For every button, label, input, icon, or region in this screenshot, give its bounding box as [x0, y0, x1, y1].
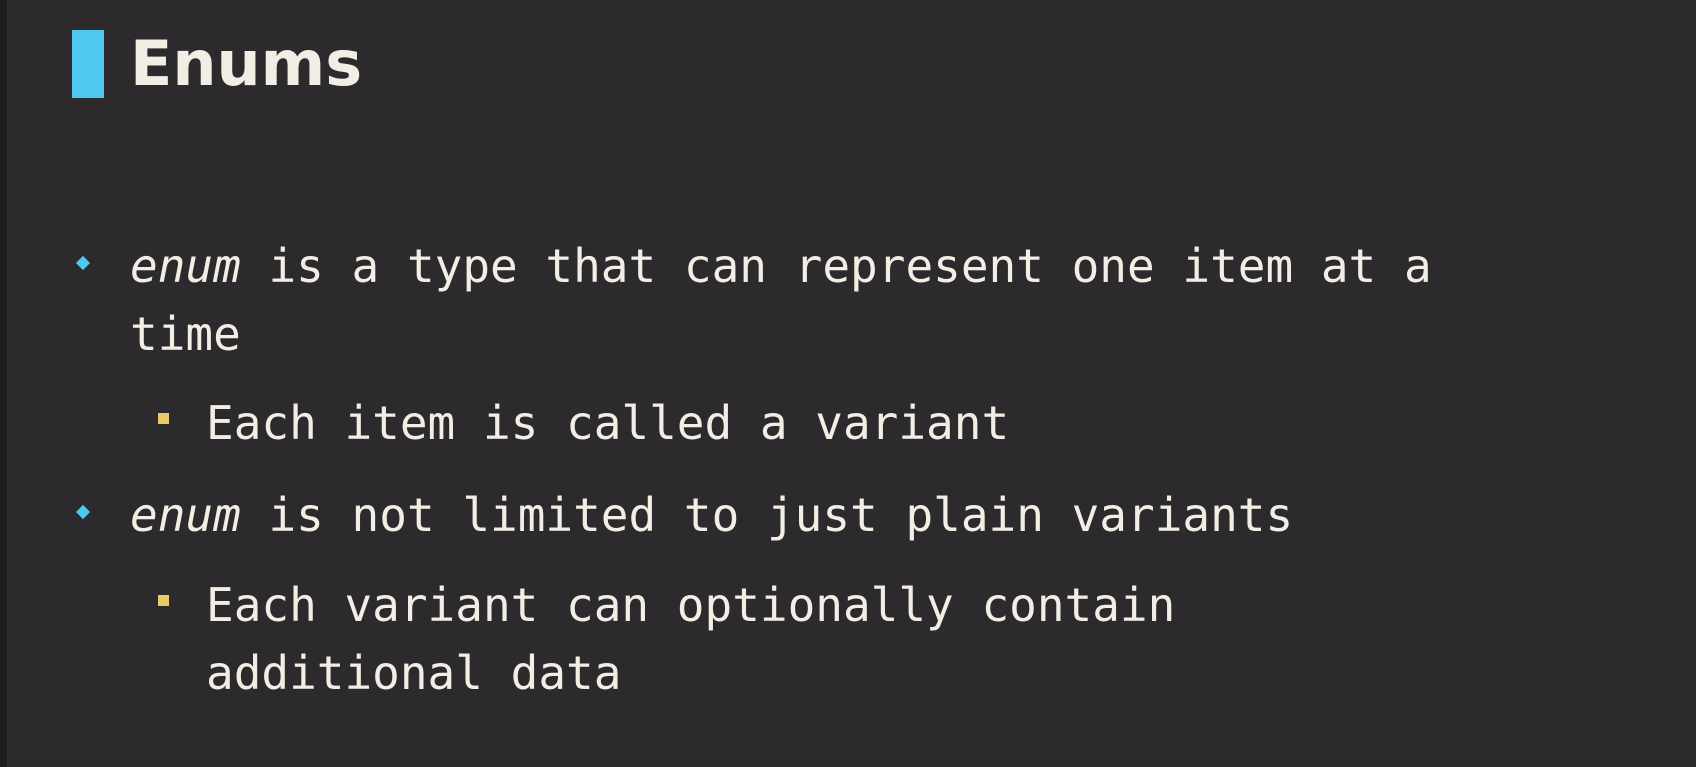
sub-bullet-2-line-1: Each variant can optionally contain — [206, 578, 1176, 632]
bullet-1-text: is a type that can represent one item at… — [240, 239, 1432, 293]
slide: Enums enum is a type that can represent … — [0, 0, 1696, 767]
title-accent-bar — [72, 30, 104, 98]
square-bullet-icon — [158, 413, 169, 424]
bullet-2-text: is not limited to just plain variants — [240, 488, 1294, 542]
bullet-1-line-1: enum is a type that can represent one it… — [130, 238, 1432, 294]
bullet-2-line-1: enum is not limited to just plain varian… — [130, 487, 1293, 543]
diamond-bullet-icon — [75, 255, 91, 271]
bullet-1-keyword: enum — [130, 239, 241, 293]
diamond-bullet-icon — [75, 504, 91, 520]
bullet-2-keyword: enum — [130, 488, 241, 542]
slide-left-edge — [0, 0, 7, 767]
bullet-1-line-2: time — [130, 307, 241, 361]
slide-title: Enums — [130, 27, 363, 100]
sub-bullet-1-text: Each item is called a variant — [206, 396, 1010, 450]
sub-bullet-2-line-2: additional data — [206, 646, 622, 700]
square-bullet-icon — [158, 595, 169, 606]
